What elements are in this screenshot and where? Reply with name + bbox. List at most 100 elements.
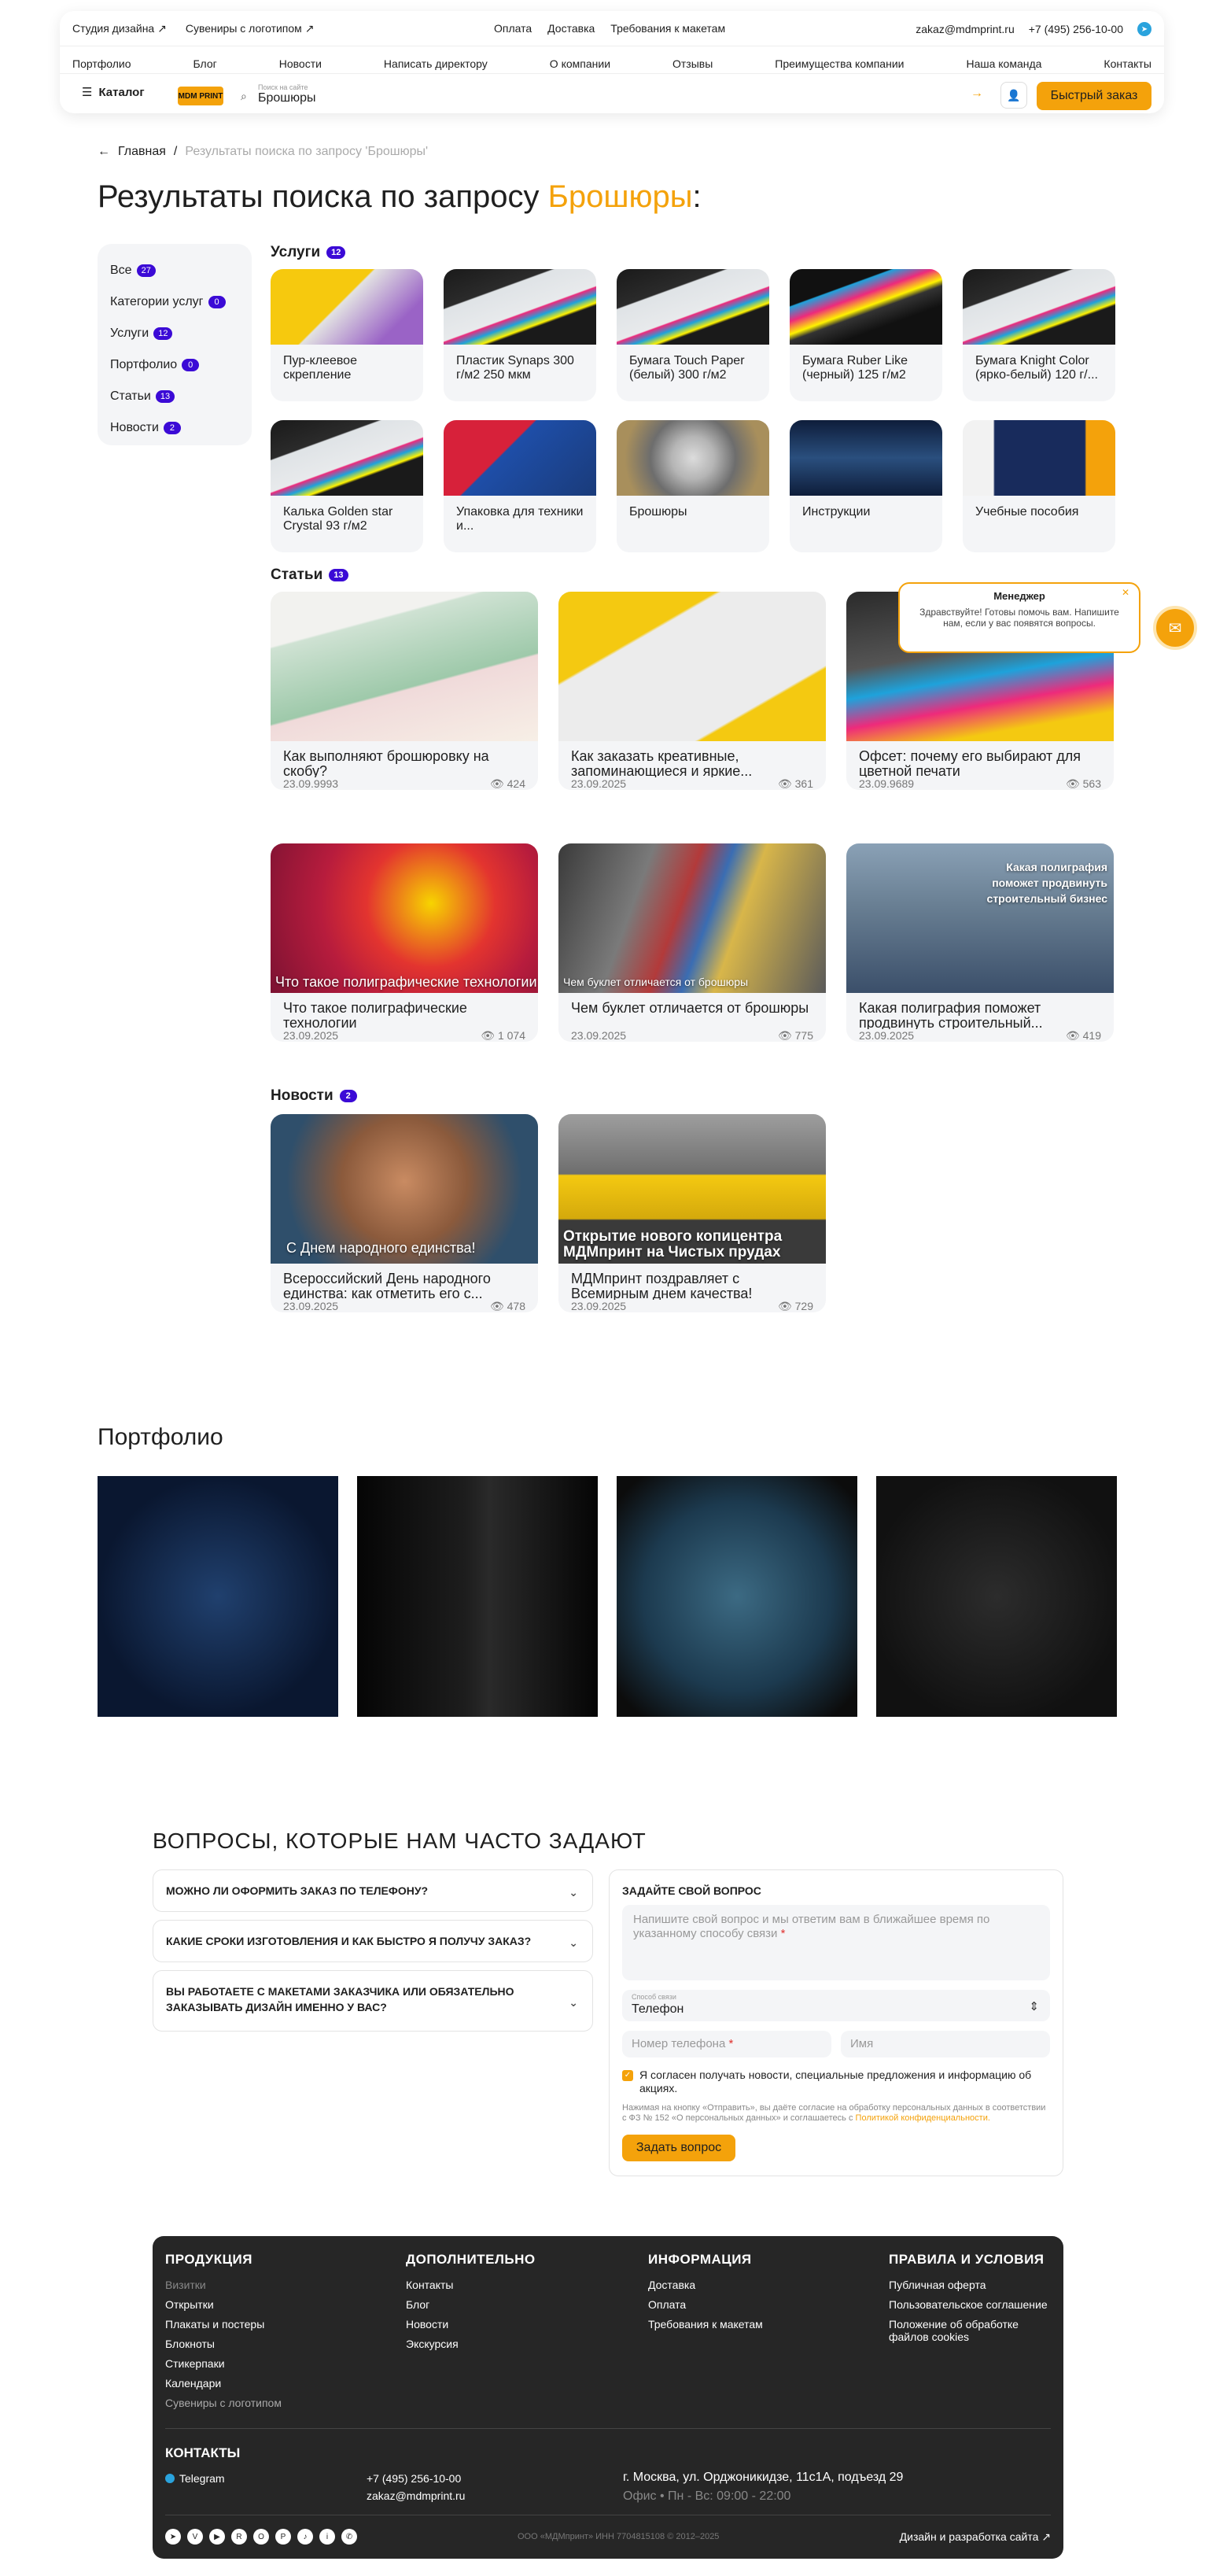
nav-news[interactable]: Новости [279,57,322,70]
faq-item[interactable]: КАКИЕ СРОКИ ИЗГОТОВЛЕНИЯ И КАК БЫСТРО Я … [153,1920,593,1962]
logo[interactable]: MDM PRINT [178,87,223,105]
footer-telegram[interactable]: Telegram [165,2472,225,2485]
payment-link[interactable]: Оплата [494,22,532,35]
phone-input[interactable]: Номер телефона * [622,2031,831,2057]
service-image [617,420,769,496]
service-card[interactable]: Бумага Knight Color (ярко-белый) 120 г/.… [963,269,1115,401]
requirements-link[interactable]: Требования к макетам [610,22,725,35]
title-suffix: : [692,179,702,214]
service-card[interactable]: Брошюры [617,420,769,552]
footer-link[interactable]: Блог [406,2298,536,2311]
breadcrumb-home[interactable]: Главная [118,145,166,159]
footer-link[interactable]: Сувениры с логотипом [165,2397,282,2409]
nav-advantages[interactable]: Преимущества компании [775,57,904,70]
telegram-icon[interactable]: ➤ [165,2529,181,2545]
footer-link[interactable]: Новости [406,2318,536,2331]
close-icon[interactable]: ✕ [1122,587,1129,598]
portfolio-image[interactable] [98,1476,338,1717]
footer-link[interactable]: Стикерпаки [165,2357,282,2370]
rutube-icon[interactable]: R [231,2529,247,2545]
quick-order-button[interactable]: Быстрый заказ [1037,82,1151,110]
footer-link[interactable]: Экскурсия [406,2338,536,2350]
youtube-icon[interactable]: ▶ [209,2529,225,2545]
souvenirs-link[interactable]: Сувениры с логотипом ↗ [186,22,315,35]
footer-link[interactable]: Блокноты [165,2338,282,2350]
footer-phone[interactable]: +7 (495) 256-10-00 [367,2472,461,2485]
footer-design-link[interactable]: Дизайн и разработка сайта ↗ [900,2530,1051,2544]
service-card[interactable]: Упаковка для техники и... [444,420,596,552]
footer-link[interactable]: Требования к макетам [648,2318,763,2331]
search-arrow-icon[interactable]: → [971,87,983,101]
footer-link[interactable]: Визитки [165,2279,282,2291]
filter-news[interactable]: Новости 2 [110,412,239,444]
filter-all[interactable]: Все 27 [110,255,239,286]
chat-popup[interactable]: Менеджер Здравствуйте! Готовы помочь вам… [898,582,1140,653]
article-card[interactable]: Как заказать креативные, запоминающиеся … [558,592,826,790]
tiktok-icon[interactable]: ♪ [297,2529,313,2545]
footer-email[interactable]: zakaz@mdmprint.ru [367,2489,465,2502]
header-email[interactable]: zakaz@mdmprint.ru [916,23,1014,35]
news-card[interactable]: С Днем народного единства! Всероссийский… [271,1114,538,1312]
search-input[interactable]: Брошюры [258,91,316,105]
footer-link[interactable]: Открытки [165,2298,282,2311]
portfolio-image[interactable] [876,1476,1117,1717]
footer-link[interactable]: Плакаты и постеры [165,2318,282,2331]
filter-portfolio[interactable]: Портфолио 0 [110,349,239,381]
service-card[interactable]: Инструкции [790,420,942,552]
service-title: Калька Golden star Crystal 93 г/м2 [283,505,393,533]
odnoklassniki-icon[interactable]: O [253,2529,269,2545]
footer-link[interactable]: Оплата [648,2298,763,2311]
service-card[interactable]: Пластик Synaps 300 г/м2 250 мкм [444,269,596,401]
name-input[interactable]: Имя [841,2031,1050,2057]
footer-link[interactable]: Контакты [406,2279,536,2291]
article-card[interactable]: Какая полиграфия поможет продвинуть стро… [846,843,1114,1042]
question-textarea[interactable]: Напишите свой вопрос и мы ответим вам в … [622,1905,1050,1980]
filter-services[interactable]: Услуги 12 [110,318,239,349]
info-icon[interactable]: i [319,2529,335,2545]
delivery-link[interactable]: Доставка [547,22,595,35]
chat-icon[interactable]: ✉ [1153,606,1197,650]
nav-portfolio[interactable]: Портфолио [72,57,131,70]
portfolio-image[interactable] [357,1476,598,1717]
nav-about[interactable]: О компании [550,57,610,70]
consent-checkbox[interactable]: ✓ [622,2070,633,2081]
search-field[interactable]: ⌕ Поиск на сайте Брошюры [238,83,983,107]
footer-link[interactable]: Пользовательское соглашение [889,2298,1054,2311]
footer-link[interactable]: Положение об обработке файлов cookies [889,2318,1054,2343]
pinterest-icon[interactable]: P [275,2529,291,2545]
faq-item[interactable]: МОЖНО ЛИ ОФОРМИТЬ ЗАКАЗ ПО ТЕЛЕФОНУ? ⌄ [153,1869,593,1912]
faq-item[interactable]: ВЫ РАБОТАЕТЕ С МАКЕТАМИ ЗАКАЗЧИКА ИЛИ ОБ… [153,1970,593,2032]
back-arrow-icon[interactable]: ← [98,145,110,159]
news-title: МДМпринт поздравляет с Всемирным днем ка… [571,1271,753,1301]
filter-articles[interactable]: Статьи 13 [110,381,239,412]
news-card[interactable]: Открытие нового копицентра МДМпринт на Ч… [558,1114,826,1312]
privacy-policy-link[interactable]: Политикой конфиденциальности. [856,2113,990,2123]
filter-service-categories[interactable]: Категории услуг 0 [110,286,239,318]
header-phone[interactable]: +7 (495) 256-10-00 [1029,23,1123,35]
nav-team[interactable]: Наша команда [966,57,1041,70]
service-card[interactable]: Учебные пособия [963,420,1115,552]
nav-contacts[interactable]: Контакты [1104,57,1151,70]
service-card[interactable]: Калька Golden star Crystal 93 г/м2 [271,420,423,552]
telegram-icon[interactable]: ➤ [1137,22,1151,36]
article-card[interactable]: Что такое полиграфические технологии Что… [271,843,538,1042]
vk-icon[interactable]: V [187,2529,203,2545]
footer-link[interactable]: Доставка [648,2279,763,2291]
article-card[interactable]: Чем буклет отличается от брошюры Чем бук… [558,843,826,1042]
service-card[interactable]: Пур-клеевое скрепление [271,269,423,401]
nav-reviews[interactable]: Отзывы [672,57,713,70]
nav-blog[interactable]: Блог [193,57,217,70]
article-card[interactable]: Как выполняют брошюровку на скобу? 23.09… [271,592,538,790]
footer-link[interactable]: Публичная оферта [889,2279,1054,2291]
footer-link[interactable]: Календари [165,2377,282,2390]
nav-write-director[interactable]: Написать директору [384,57,488,70]
portfolio-image[interactable] [617,1476,857,1717]
catalog-button[interactable]: ☰ Каталог [82,85,145,100]
whatsapp-icon[interactable]: ✆ [341,2529,357,2545]
design-studio-link[interactable]: Студия дизайна ↗ [72,22,167,35]
service-card[interactable]: Бумага Ruber Like (черный) 125 г/м2 [790,269,942,401]
ask-question-button[interactable]: Задать вопрос [622,2135,735,2161]
user-icon[interactable]: 👤 [1000,82,1027,109]
service-card[interactable]: Бумага Touch Paper (белый) 300 г/м2 [617,269,769,401]
contact-method-select[interactable]: Способ связи Телефон ⇕ [622,1990,1050,2021]
